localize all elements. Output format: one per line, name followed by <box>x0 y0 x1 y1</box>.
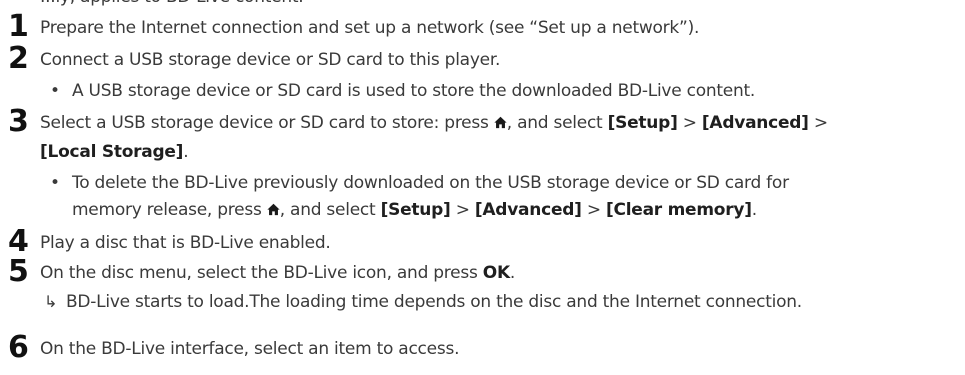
step-2-text: Connect a USB storage device or SD card … <box>40 50 501 70</box>
step-3-bullet-line2: memory release, press , and select [Setu… <box>72 199 757 221</box>
menu-path-setup: [Setup] <box>607 113 678 133</box>
step-3-text-b: , and select <box>506 113 608 133</box>
step-2-bullet-text: A USB storage device or SD card is used … <box>72 81 756 101</box>
step-number-2: 2 <box>8 41 29 76</box>
step-5-text-a: On the disc menu, select the BD-Live ico… <box>40 263 483 283</box>
step-3-text-line2: [Local Storage]. <box>40 141 189 163</box>
period: . <box>751 200 757 220</box>
result-arrow-icon: ↳ <box>44 292 58 311</box>
step-number-1: 1 <box>8 9 29 44</box>
menu-path-separator: > <box>586 200 601 220</box>
menu-path-setup: [Setup] <box>380 200 451 220</box>
step-1-text: Prepare the Internet connection and set … <box>40 18 700 38</box>
clipped-text-fragment: ...ly, applies to BD-Live content. <box>40 0 304 8</box>
ok-key-label: OK <box>482 263 510 283</box>
menu-path-separator: > <box>455 200 470 220</box>
bullet-marker: • <box>50 173 60 193</box>
step-3-bullet-line1: To delete the BD-Live previously downloa… <box>72 173 789 193</box>
step-number-5: 5 <box>8 254 29 289</box>
menu-path-separator: > <box>682 113 697 133</box>
menu-path-advanced: [Advanced] <box>474 200 582 220</box>
menu-path-clear-memory: [Clear memory] <box>605 200 752 220</box>
menu-path-advanced: [Advanced] <box>701 113 809 133</box>
step-number-4: 4 <box>8 224 29 259</box>
step-5-result-text: BD-Live starts to load.The loading time … <box>66 292 802 312</box>
step-6-text: On the BD-Live interface, select an item… <box>40 339 460 359</box>
period: . <box>183 142 189 162</box>
step-3-bullet-b2: , and select <box>279 200 381 220</box>
menu-path-local-storage: [Local Storage] <box>40 142 184 162</box>
step-number-3: 3 <box>8 104 29 139</box>
home-icon <box>494 116 507 129</box>
bullet-marker: • <box>50 81 60 101</box>
step-3-text-line1: Select a USB storage device or SD card t… <box>40 112 828 134</box>
step-5-text: On the disc menu, select the BD-Live ico… <box>40 262 515 284</box>
home-icon <box>267 203 280 216</box>
period: . <box>509 263 516 283</box>
step-3-bullet-b1: memory release, press <box>72 200 267 220</box>
step-number-6: 6 <box>8 330 29 365</box>
menu-path-separator: > <box>813 113 828 133</box>
step-3-text-a: Select a USB storage device or SD card t… <box>40 113 494 133</box>
step-4-text: Play a disc that is BD-Live enabled. <box>40 233 331 253</box>
